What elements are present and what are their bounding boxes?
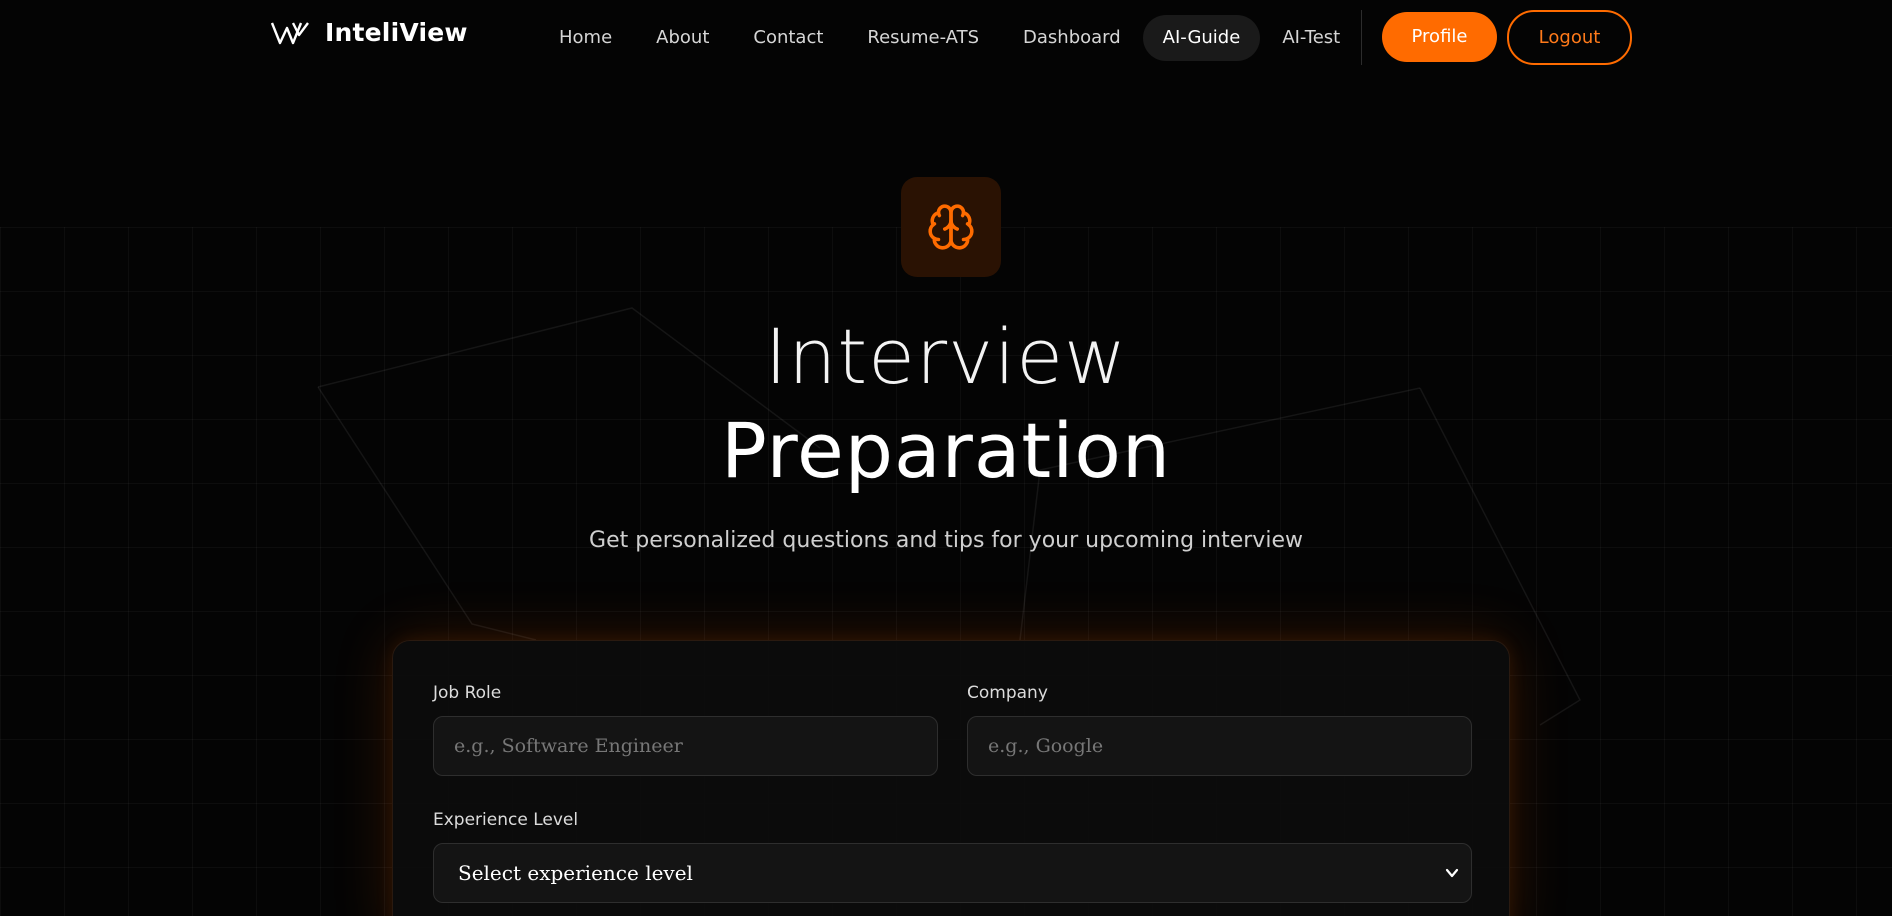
experience-level-label: Experience Level: [433, 810, 579, 830]
nav-links: Home About Contact Resume-ATS Dashboard …: [537, 15, 1362, 61]
job-role-input[interactable]: e.g., Software Engineer: [433, 716, 938, 776]
company-label: Company: [967, 683, 1048, 703]
nav-contact[interactable]: Contact: [731, 15, 845, 61]
nav-ai-test[interactable]: AI-Test: [1260, 15, 1362, 61]
brand-name: InteliView: [325, 18, 468, 47]
brand[interactable]: InteliView: [271, 18, 468, 47]
hero-title-line1: Interview: [764, 312, 1128, 401]
nav-about[interactable]: About: [634, 15, 731, 61]
hero-title-line2: Preparation: [720, 406, 1172, 495]
nav-divider: [1361, 10, 1362, 65]
top-navbar: InteliView Home About Contact Resume-ATS…: [0, 0, 1892, 76]
hero-subtitle: Get personalized questions and tips for …: [589, 528, 1303, 553]
nav-resume-ats[interactable]: Resume-ATS: [845, 15, 1001, 61]
logout-button[interactable]: Logout: [1507, 10, 1632, 65]
hero-icon-box: [901, 177, 1001, 277]
nav-dashboard[interactable]: Dashboard: [1001, 15, 1143, 61]
page: InteliView Home About Contact Resume-ATS…: [0, 0, 1892, 916]
job-role-label: Job Role: [433, 683, 502, 703]
brain-icon: [928, 204, 974, 250]
interview-form-card: Job Role e.g., Software Engineer Company…: [392, 640, 1510, 916]
experience-level-select[interactable]: Select experience level: [433, 843, 1472, 903]
profile-button[interactable]: Profile: [1382, 12, 1497, 62]
company-input[interactable]: e.g., Google: [967, 716, 1472, 776]
nav-ai-guide[interactable]: AI-Guide: [1142, 15, 1261, 61]
experience-level-selected: Select experience level: [458, 861, 693, 885]
wv-logo-icon: [271, 21, 309, 44]
nav-home[interactable]: Home: [537, 15, 634, 61]
chevron-down-icon: [1445, 868, 1459, 878]
